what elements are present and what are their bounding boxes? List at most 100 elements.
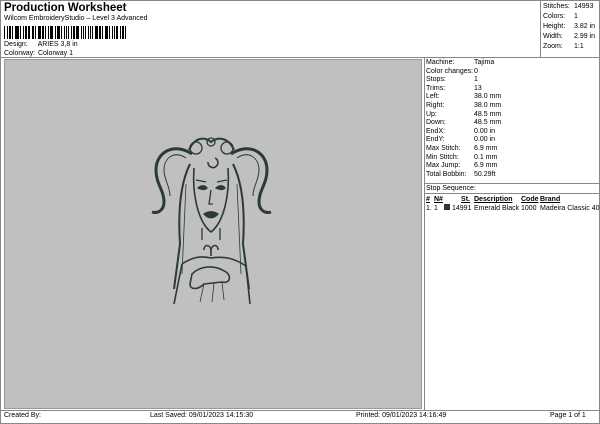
summary-label: Stitches: [543, 3, 570, 10]
summary-value: 1:1 [574, 43, 584, 50]
stop-sequence-table: # N# St. Description Code Brand 1. 1 149… [426, 195, 600, 213]
detail-row: Right: 38.0 mm [426, 102, 501, 111]
detail-row: Trims: 13 [426, 85, 501, 94]
summary-row: Stitches: 14993 [543, 2, 595, 12]
design-label: Design: [4, 41, 28, 48]
detail-label: Total Bobbin: [426, 170, 467, 178]
detail-label: Left: [426, 93, 440, 101]
thread-color-swatch [444, 204, 452, 213]
last-saved: Last Saved: 09/01/2023 14:15:30 [150, 412, 254, 419]
colorway-value: Colorway 1 [37, 50, 73, 57]
table-header: # N# St. Description Code Brand [426, 195, 600, 204]
detail-label: Max Stitch: [426, 144, 461, 152]
detail-value: 13 [474, 84, 482, 92]
detail-value: 48.5 mm [474, 119, 502, 127]
detail-label: EndY: [426, 136, 445, 144]
detail-label: Up: [426, 110, 437, 118]
detail-row: EndX: 0.00 in [426, 128, 501, 137]
summary-row: Zoom: 1:1 [543, 42, 595, 52]
summary-row: Height: 3.82 in [543, 22, 595, 32]
created-by: Created By: [4, 412, 41, 419]
divider [0, 57, 600, 58]
row-needle: 1 [434, 205, 438, 212]
detail-value: 38.0 mm [474, 101, 502, 109]
row-brand: Madeira Classic 40 [540, 205, 600, 212]
detail-row: Stops: 1 [426, 76, 501, 85]
summary-label: Width: [543, 33, 563, 40]
row-stitches: 14991 [452, 205, 472, 212]
detail-label: Min Stitch: [426, 153, 459, 161]
detail-row: Total Bobbin: 50.29ft [426, 171, 501, 180]
colorway-row: Colorway: Colorway 1 [4, 50, 73, 57]
detail-row: Max Stitch: 6.9 mm [426, 145, 501, 154]
production-worksheet: Production Worksheet Wilcom EmbroiderySt… [0, 0, 600, 424]
divider [424, 57, 425, 410]
detail-label: EndX: [426, 127, 446, 135]
detail-value: 0.1 mm [474, 153, 498, 161]
detail-value: 6.9 mm [474, 162, 498, 170]
detail-value: 0.00 in [474, 127, 496, 135]
detail-value: 0.00 in [474, 136, 496, 144]
detail-value: 6.9 mm [474, 144, 498, 152]
divider [424, 183, 600, 184]
col-index-header: # [426, 196, 430, 203]
summary-row: Width: 2.99 in [543, 32, 595, 42]
row-code: 1000 [521, 205, 537, 212]
detail-row: Down: 48.5 mm [426, 119, 501, 128]
detail-row: Left: 38.0 mm [426, 93, 501, 102]
detail-label: Max Jump: [426, 162, 461, 170]
barcode-icon [4, 26, 128, 39]
summary-value: 1 [574, 13, 578, 20]
divider [0, 0, 1, 424]
page-title: Production Worksheet [4, 2, 127, 14]
detail-value: Tajima [474, 59, 495, 66]
detail-value: 38.0 mm [474, 93, 502, 101]
detail-row: Machine: Tajima [426, 59, 501, 68]
col-n-header: N# [434, 196, 443, 203]
col-description-header: Description [474, 196, 513, 203]
design-value: ARIES 3,8 in [37, 41, 78, 48]
summary-row: Colors: 1 [543, 12, 595, 22]
detail-row: EndY: 0.00 in [426, 136, 501, 145]
summary-label: Height: [543, 23, 566, 30]
embroidery-design-image [151, 137, 272, 305]
row-index: 1. [426, 205, 432, 212]
row-description: Emerald Black [474, 205, 520, 212]
summary-label: Zoom: [543, 43, 563, 50]
detail-row: Min Stitch: 0.1 mm [426, 154, 501, 163]
summary-label: Colors: [543, 13, 566, 20]
detail-value: 50.29ft [474, 170, 496, 178]
summary-value: 2.99 in [574, 33, 596, 40]
divider [540, 0, 541, 57]
design-preview [4, 59, 422, 409]
divider [0, 0, 600, 1]
detail-label: Right: [426, 101, 445, 109]
col-stitches-header: St. [461, 196, 470, 203]
table-row: 1. 1 14991 Emerald Black 1000 Madeira Cl… [426, 204, 600, 213]
divider [424, 193, 600, 194]
detail-row: Up: 48.5 mm [426, 111, 501, 120]
detail-label: Color changes: [426, 67, 474, 75]
detail-row: Max Jump: 6.9 mm [426, 162, 501, 171]
detail-value: 48.5 mm [474, 110, 502, 118]
printed-date: Printed: 09/01/2023 14:16:49 [356, 412, 447, 419]
software-subtitle: Wilcom EmbroideryStudio – Level 3 Advanc… [4, 15, 148, 22]
summary-table: Stitches: 14993 Colors: 1 Height: 3.82 in W… [543, 2, 595, 52]
detail-label: Trims: [426, 84, 446, 92]
col-brand-header: Brand [540, 196, 561, 203]
detail-row: Color changes:0 [426, 68, 501, 77]
detail-value: 0 [474, 67, 478, 75]
machine-details: Machine: Tajima Color changes:0 Stops: 1 T… [426, 59, 501, 179]
divider [0, 410, 600, 411]
stop-sequence-title: Stop Sequence: [426, 185, 476, 192]
detail-label: Machine: [426, 59, 455, 66]
detail-label: Down: [426, 119, 446, 127]
summary-value: 3.82 in [574, 23, 596, 30]
colorway-label: Colorway: [4, 50, 36, 57]
detail-value: 1 [474, 76, 478, 84]
col-code-header: Code [521, 196, 539, 203]
design-row: Design: ARIES 3,8 in [4, 41, 78, 48]
summary-value: 14993 [574, 3, 594, 10]
detail-label: Stops: [426, 76, 446, 84]
page-number: Page 1 of 1 [550, 412, 586, 419]
